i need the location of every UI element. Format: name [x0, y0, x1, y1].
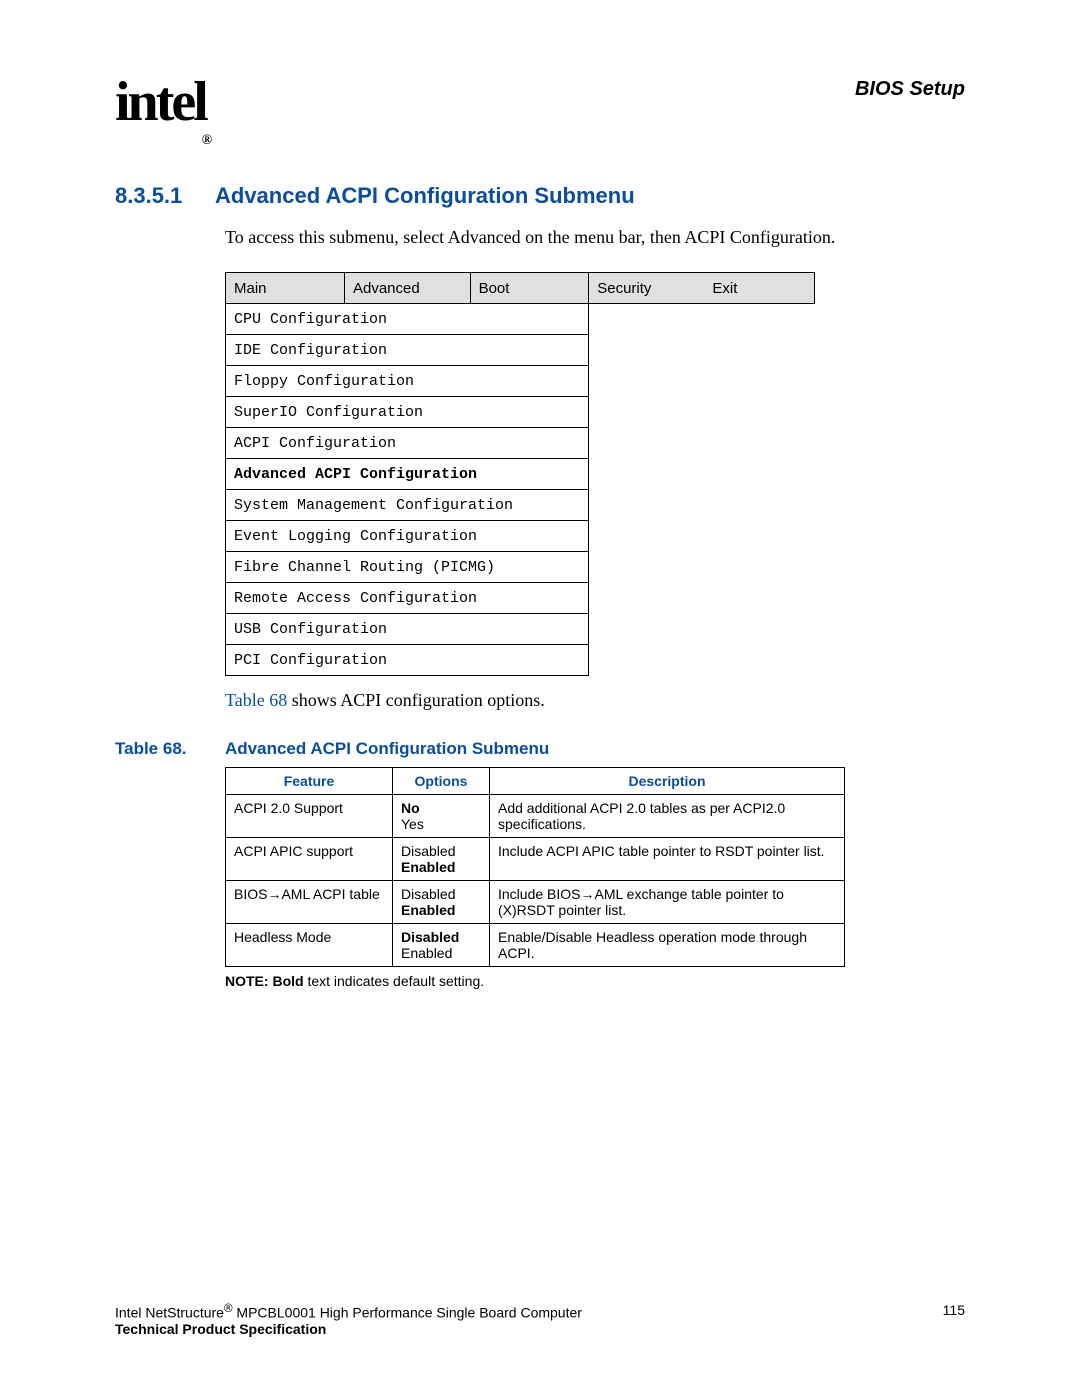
- section-heading: 8.3.5.1Advanced ACPI Configuration Subme…: [115, 183, 965, 209]
- pre-table-text: Table 68 shows ACPI configuration option…: [225, 690, 965, 711]
- menu-list-item: CPU Configuration: [226, 304, 589, 335]
- menu-list-row: Floppy Configuration: [226, 366, 815, 397]
- config-description: Add additional ACPI 2.0 tables as per AC…: [490, 795, 845, 838]
- registered-icon: ®: [202, 133, 209, 148]
- config-options: NoYes: [393, 795, 490, 838]
- menu-bar-row: Main Advanced Boot Security Exit: [226, 273, 815, 304]
- menu-list-item: IDE Configuration: [226, 335, 589, 366]
- menu-list-row: System Management Configuration: [226, 490, 815, 521]
- menu-list-spacer: [589, 645, 815, 676]
- menu-list-item: Floppy Configuration: [226, 366, 589, 397]
- menu-list-row: Advanced ACPI Configuration: [226, 459, 815, 490]
- menu-list-row: PCI Configuration: [226, 645, 815, 676]
- table-caption-number: Table 68.: [115, 739, 225, 759]
- footer-suffix: MPCBL0001 High Performance Single Board …: [233, 1305, 582, 1321]
- menu-list-spacer: [589, 614, 815, 645]
- section-number: 8.3.5.1: [115, 183, 215, 209]
- header-title: BIOS Setup: [855, 70, 965, 101]
- menu-list-item: USB Configuration: [226, 614, 589, 645]
- config-row: BIOS→AML ACPI tableDisabledEnabledInclud…: [226, 881, 845, 924]
- page-header: intel® BIOS Setup: [115, 70, 965, 137]
- menu-list-spacer: [589, 335, 815, 366]
- config-feature: ACPI APIC support: [226, 838, 393, 881]
- config-options: DisabledEnabled: [393, 838, 490, 881]
- menu-list-spacer: [589, 397, 815, 428]
- menu-list-item: PCI Configuration: [226, 645, 589, 676]
- footer-line2: Technical Product Specification: [115, 1321, 965, 1337]
- config-options: DisabledEnabled: [393, 924, 490, 967]
- note-label: NOTE:: [225, 973, 269, 989]
- registered-icon: ®: [224, 1302, 233, 1315]
- menu-list-item: Remote Access Configuration: [226, 583, 589, 614]
- menu-tab-advanced: Advanced: [344, 273, 470, 304]
- intro-paragraph: To access this submenu, select Advanced …: [225, 227, 965, 248]
- menu-list-spacer: [589, 366, 815, 397]
- page-number: 115: [943, 1302, 965, 1318]
- config-options: DisabledEnabled: [393, 881, 490, 924]
- table-note: NOTE: Bold text indicates default settin…: [225, 973, 965, 989]
- menu-list-item: ACPI Configuration: [226, 428, 589, 459]
- config-row: ACPI 2.0 SupportNoYesAdd additional ACPI…: [226, 795, 845, 838]
- section-title: Advanced ACPI Configuration Submenu: [215, 183, 635, 208]
- menu-list-row: Fibre Channel Routing (PICMG): [226, 552, 815, 583]
- config-description: Include ACPI APIC table pointer to RSDT …: [490, 838, 845, 881]
- config-feature: ACPI 2.0 Support: [226, 795, 393, 838]
- menu-tab-security: Security: [589, 273, 705, 304]
- intel-logo: intel®: [115, 70, 213, 137]
- config-feature: Headless Mode: [226, 924, 393, 967]
- bios-menu-table: Main Advanced Boot Security Exit CPU Con…: [225, 272, 815, 676]
- menu-list-row: CPU Configuration: [226, 304, 815, 335]
- menu-tab-boot: Boot: [470, 273, 589, 304]
- menu-list-row: IDE Configuration: [226, 335, 815, 366]
- menu-list-item: SuperIO Configuration: [226, 397, 589, 428]
- menu-list-spacer: [589, 459, 815, 490]
- col-header-options: Options: [393, 768, 490, 795]
- config-description: Enable/Disable Headless operation mode t…: [490, 924, 845, 967]
- table-caption: Table 68.Advanced ACPI Configuration Sub…: [115, 739, 965, 759]
- config-row: ACPI APIC supportDisabledEnabledInclude …: [226, 838, 845, 881]
- col-header-description: Description: [490, 768, 845, 795]
- document-page: intel® BIOS Setup 8.3.5.1Advanced ACPI C…: [0, 0, 1080, 1397]
- menu-list-item: System Management Configuration: [226, 490, 589, 521]
- menu-list-row: USB Configuration: [226, 614, 815, 645]
- config-description: Include BIOS→AML exchange table pointer …: [490, 881, 845, 924]
- note-rest: text indicates default setting.: [304, 973, 485, 989]
- note-bold-word: Bold: [272, 973, 303, 989]
- config-feature: BIOS→AML ACPI table: [226, 881, 393, 924]
- logo-text: intel: [115, 71, 206, 133]
- menu-list-row: ACPI Configuration: [226, 428, 815, 459]
- config-row: Headless ModeDisabledEnabledEnable/Disab…: [226, 924, 845, 967]
- menu-list-spacer: [589, 428, 815, 459]
- menu-list-spacer: [589, 521, 815, 552]
- pre-table-suffix: shows ACPI configuration options.: [287, 690, 545, 710]
- table-reference-link[interactable]: Table 68: [225, 690, 287, 710]
- menu-list-row: SuperIO Configuration: [226, 397, 815, 428]
- menu-list-spacer: [589, 490, 815, 521]
- menu-list-item: Fibre Channel Routing (PICMG): [226, 552, 589, 583]
- footer-prefix: Intel NetStructure: [115, 1305, 224, 1321]
- table-caption-title: Advanced ACPI Configuration Submenu: [225, 739, 549, 758]
- config-header-row: Feature Options Description: [226, 768, 845, 795]
- menu-tab-exit: Exit: [704, 273, 814, 304]
- menu-tab-main: Main: [226, 273, 345, 304]
- menu-list-item: Event Logging Configuration: [226, 521, 589, 552]
- col-header-feature: Feature: [226, 768, 393, 795]
- menu-list-spacer: [589, 304, 815, 335]
- menu-list-row: Event Logging Configuration: [226, 521, 815, 552]
- menu-list-spacer: [589, 583, 815, 614]
- menu-list-spacer: [589, 552, 815, 583]
- menu-list-item: Advanced ACPI Configuration: [226, 459, 589, 490]
- menu-list-row: Remote Access Configuration: [226, 583, 815, 614]
- config-table: Feature Options Description ACPI 2.0 Sup…: [225, 767, 845, 967]
- footer-line1: Intel NetStructure® MPCBL0001 High Perfo…: [115, 1302, 965, 1321]
- page-footer: Intel NetStructure® MPCBL0001 High Perfo…: [115, 1302, 965, 1337]
